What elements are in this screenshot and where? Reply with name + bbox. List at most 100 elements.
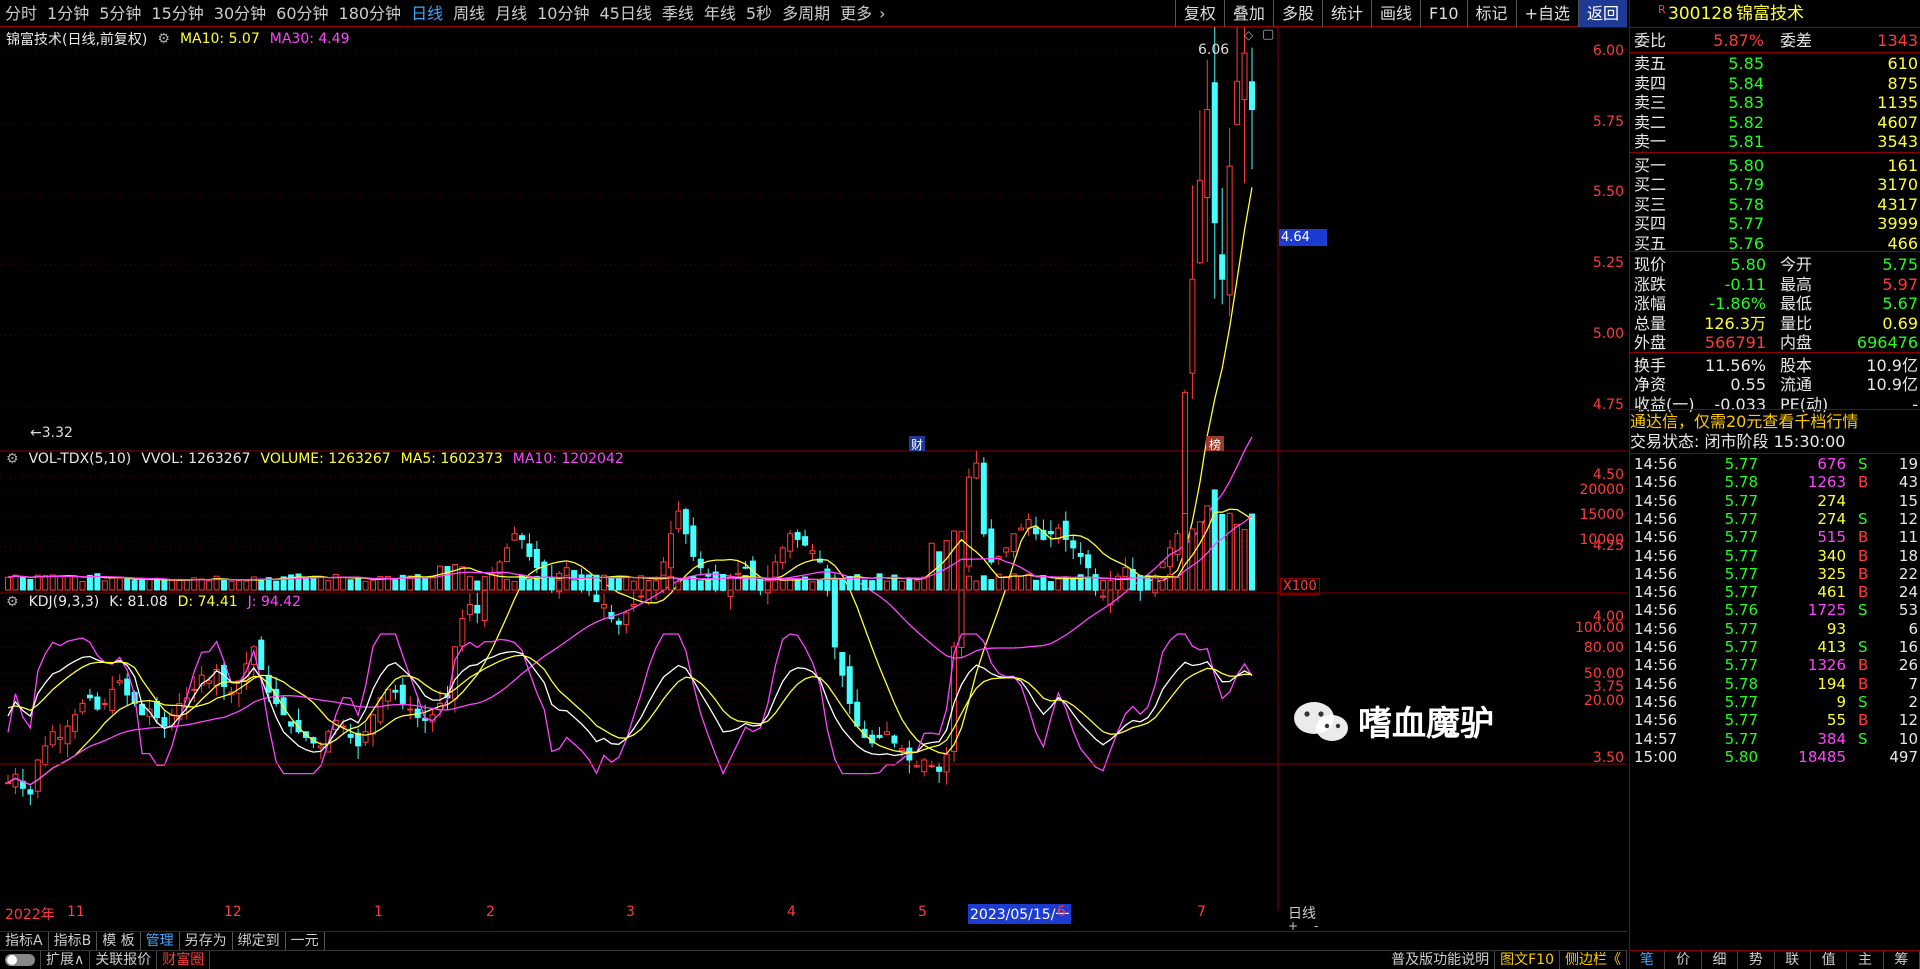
period-tabs: 分时 1分钟 5分钟 15分钟 30分钟 60分钟 180分钟 日线 周线 月线 10分钟 45日线季…: [0, 0, 888, 27]
tick-time: 14:56: [1634, 656, 1678, 675]
tick-row: 14:56 5.77 9 S 2: [1630, 693, 1920, 711]
tick-side: B: [1858, 564, 1869, 583]
toolbar-btn-0[interactable]: 复权: [1174, 0, 1224, 27]
settings-icon[interactable]: ⚙: [6, 594, 19, 610]
volume-bar: [794, 579, 801, 591]
status-btn-0[interactable]: 扩展∧: [41, 950, 91, 969]
tick-volume: 515: [1817, 528, 1846, 547]
period-tab-14[interactable]: 5秒: [741, 0, 777, 27]
tick-volume: 461: [1817, 583, 1846, 602]
toolbar-btn-1[interactable]: 叠加: [1223, 0, 1273, 27]
quote-tab-0[interactable]: 笔: [1629, 951, 1666, 969]
candle-body: [809, 550, 816, 555]
toggle-switch[interactable]: [0, 950, 41, 969]
window-icon[interactable]: ▢: [1262, 27, 1274, 42]
volume-bar: [258, 578, 265, 591]
toolbar-btn-6[interactable]: 标记: [1466, 0, 1516, 27]
period-tab-0[interactable]: 分时: [0, 0, 42, 27]
settings-icon[interactable]: ⚙: [6, 451, 19, 467]
indicator-btn-1[interactable]: 指标B: [49, 931, 98, 951]
volume-bar: [1047, 581, 1054, 591]
volume-bar: [362, 580, 369, 591]
quote-tab-1[interactable]: 价: [1665, 951, 1702, 969]
indicator-btn-6[interactable]: 一元: [286, 931, 325, 951]
volume-tick: 15000: [1579, 507, 1624, 523]
indicator-btn-0[interactable]: 指标A: [0, 931, 49, 951]
volume-bar: [727, 576, 734, 591]
period-tab-13[interactable]: 年线: [699, 0, 741, 27]
tick-time: 14:56: [1634, 674, 1678, 693]
period-tab-3[interactable]: 15分钟: [146, 0, 208, 27]
indicator-btn-5[interactable]: 绑定到: [233, 931, 286, 951]
status-right-btn-0[interactable]: 普及版功能说明: [1386, 950, 1496, 969]
status-btn-1[interactable]: 关联报价: [90, 950, 158, 969]
period-tab-5[interactable]: 60分钟: [271, 0, 333, 27]
volume-bar: [615, 576, 622, 591]
candle-body: [1226, 165, 1233, 296]
candle-body: [1070, 540, 1077, 549]
tick-price: 5.77: [1724, 711, 1758, 730]
period-tab-6[interactable]: 180分钟: [334, 0, 407, 27]
sell-row[interactable]: 卖一 5.81 3543: [1630, 130, 1920, 154]
period-tab-4[interactable]: 30分钟: [209, 0, 271, 27]
volume-bar: [228, 580, 235, 591]
quote-tab-4[interactable]: 联: [1775, 951, 1811, 969]
period-tab-1[interactable]: 1分钟: [42, 0, 94, 27]
candle-body: [913, 765, 920, 768]
quote-tab-5[interactable]: 值: [1811, 951, 1848, 969]
candle-body: [1047, 531, 1054, 535]
toolbar-btn-5[interactable]: F10: [1419, 0, 1467, 27]
toolbar-btn-4[interactable]: 画线: [1370, 0, 1420, 27]
tick-price: 5.77: [1724, 455, 1758, 473]
period-tab-11[interactable]: 45日线: [594, 0, 656, 27]
finance-event-marker[interactable]: 财: [909, 436, 925, 452]
period-tab-10[interactable]: 10分钟: [532, 0, 594, 27]
dragon-tiger-marker[interactable]: 榜: [1206, 436, 1224, 452]
toolbar-btn-3[interactable]: 统计: [1321, 0, 1371, 27]
toolbar-btn-8[interactable]: 返回: [1577, 0, 1627, 27]
candle-body: [802, 536, 809, 546]
settings-icon[interactable]: ⚙: [157, 31, 170, 47]
time-tick: 1: [374, 904, 383, 920]
status-bar: 扩展∧ 关联报价 财富圈 普及版功能说明 图文F10 侧边栏《: [0, 950, 1627, 969]
candle-body: [124, 678, 131, 696]
chevron-right-icon[interactable]: ›: [877, 0, 887, 27]
period-tab-2[interactable]: 5分钟: [94, 0, 146, 27]
indicator-btn-3[interactable]: 管理: [141, 931, 180, 951]
candle-body: [988, 528, 995, 563]
period-tab-12[interactable]: 季线: [657, 0, 699, 27]
candle-body: [787, 533, 794, 552]
candle-body: [49, 731, 56, 746]
quote-tab-3[interactable]: 势: [1738, 951, 1775, 969]
volume-bar: [437, 565, 444, 591]
period-tab-15[interactable]: 多周期: [777, 0, 835, 27]
volume-bar: [466, 575, 473, 591]
status-right-btn-1[interactable]: 图文F10: [1495, 950, 1560, 969]
period-tab-8[interactable]: 周线: [448, 0, 490, 27]
indicator-btn-2[interactable]: 模 板: [97, 931, 141, 951]
chart-canvas[interactable]: [0, 27, 1627, 911]
volume-bar: [243, 580, 250, 591]
volume-bar: [302, 578, 309, 591]
toolbar-btn-7[interactable]: +自选: [1515, 0, 1578, 27]
toolbar-btn-2[interactable]: 多股: [1272, 0, 1322, 27]
volume-bar: [824, 573, 831, 591]
time-tick: 7: [1197, 904, 1206, 920]
status-right-btn-2[interactable]: 侧边栏《: [1560, 950, 1627, 969]
period-tab-7[interactable]: 日线: [406, 0, 448, 27]
status-btn-2[interactable]: 财富圈: [157, 950, 211, 969]
quote-tab-7[interactable]: 筹: [1884, 951, 1920, 969]
volume-bar: [12, 574, 19, 591]
diamond-icon[interactable]: ◇: [1244, 28, 1253, 42]
more-periods-tab[interactable]: 更多: [835, 0, 877, 27]
period-tab-9[interactable]: 月线: [490, 0, 532, 27]
volume-bar: [526, 579, 533, 591]
indicator-btn-4[interactable]: 另存为: [180, 931, 233, 951]
volume-bar: [206, 580, 213, 591]
quote-tab-2[interactable]: 细: [1702, 951, 1739, 969]
price-tick: 5.50: [1592, 184, 1624, 201]
volume-bar: [422, 578, 429, 591]
quote-tab-6[interactable]: 主: [1847, 951, 1884, 969]
volume-bar: [444, 566, 451, 591]
tick-volume: 194: [1817, 674, 1846, 693]
